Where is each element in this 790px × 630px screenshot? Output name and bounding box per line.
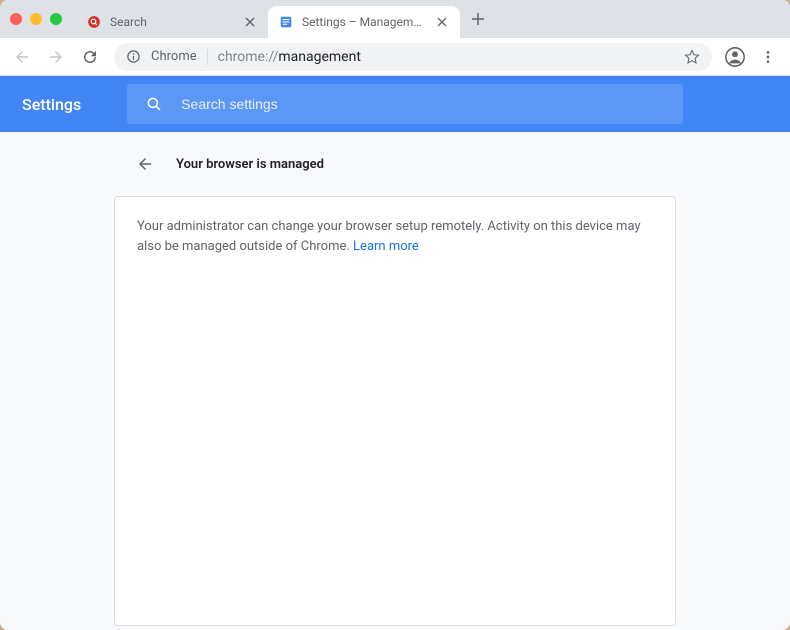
learn-more-link[interactable]: Learn more — [353, 239, 419, 254]
settings-header: Settings — [0, 76, 790, 132]
close-tab-icon[interactable] — [434, 14, 450, 30]
tab-title: Settings – Management — [302, 15, 426, 29]
close-window-button[interactable] — [10, 13, 22, 25]
traffic-lights — [10, 13, 62, 25]
bookmark-star-icon[interactable] — [684, 49, 700, 65]
profile-avatar-button[interactable] — [722, 44, 748, 70]
omnibox-url: chrome://management — [218, 49, 361, 65]
back-button[interactable] — [8, 43, 36, 71]
search-settings-box[interactable] — [127, 84, 683, 124]
favicon-settings-icon — [278, 14, 294, 30]
search-icon — [145, 95, 163, 113]
management-card: Your administrator can change your brows… — [114, 196, 676, 626]
search-settings-input[interactable] — [181, 96, 665, 112]
panel-title: Your browser is managed — [176, 157, 324, 172]
omnibox-protocol-label: Chrome — [151, 49, 197, 64]
new-tab-button[interactable] — [464, 5, 492, 33]
maximize-window-button[interactable] — [50, 13, 62, 25]
chrome-menu-button[interactable] — [754, 43, 782, 71]
tab-bar: Search Settings – Management — [0, 0, 790, 38]
site-info-icon[interactable] — [126, 49, 141, 64]
favicon-search-icon — [86, 14, 102, 30]
tab-search[interactable]: Search — [76, 6, 268, 38]
omnibox-separator — [207, 49, 208, 65]
panel-header: Your browser is managed — [114, 132, 676, 196]
toolbar: Chrome chrome://management — [0, 38, 790, 76]
tab-title: Search — [110, 15, 234, 29]
close-tab-icon[interactable] — [242, 14, 258, 30]
settings-title: Settings — [22, 95, 81, 114]
minimize-window-button[interactable] — [30, 13, 42, 25]
tab-settings-management[interactable]: Settings – Management — [268, 6, 460, 38]
back-arrow-button[interactable] — [136, 155, 154, 173]
omnibox[interactable]: Chrome chrome://management — [114, 43, 712, 71]
forward-button[interactable] — [42, 43, 70, 71]
browser-window: Search Settings – Management — [0, 0, 790, 630]
management-panel: Your browser is managed Your administrat… — [114, 132, 676, 626]
reload-button[interactable] — [76, 43, 104, 71]
settings-content: Your browser is managed Your administrat… — [0, 132, 790, 630]
